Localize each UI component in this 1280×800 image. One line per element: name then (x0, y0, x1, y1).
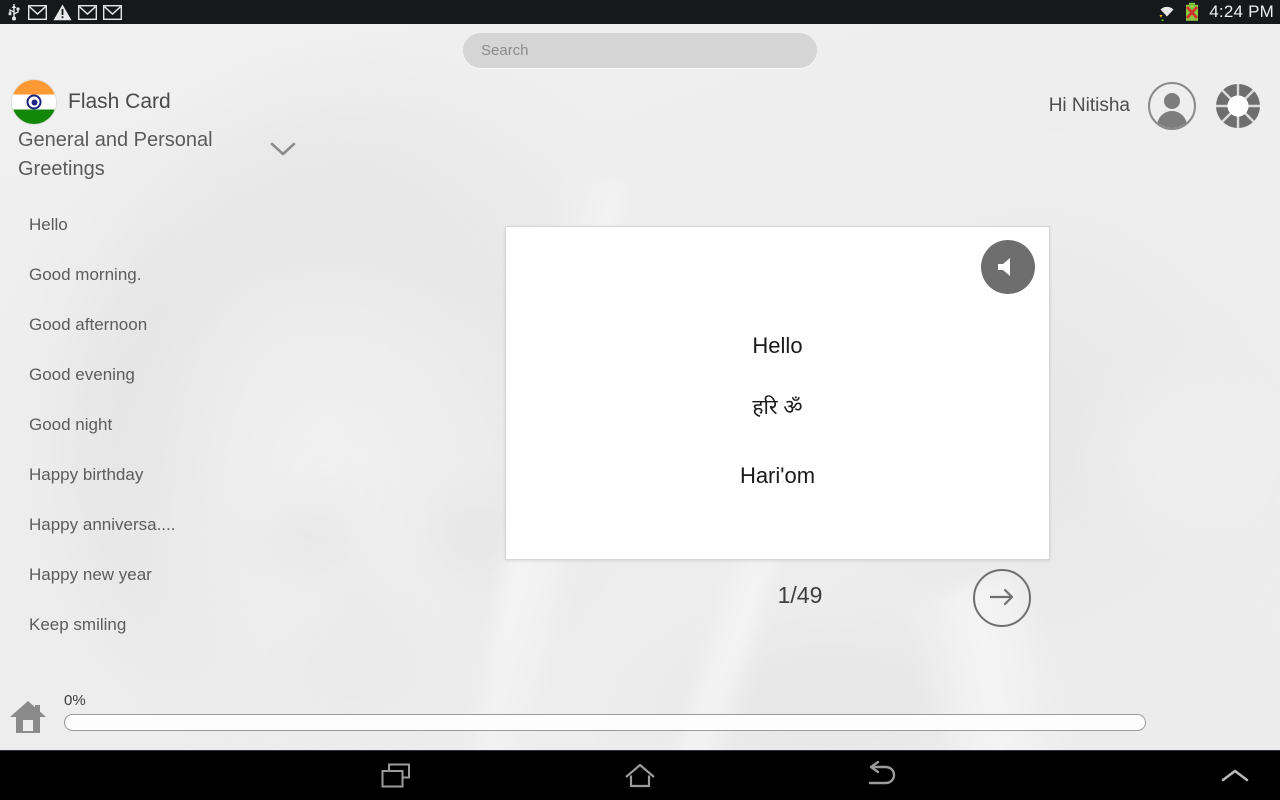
home-icon[interactable] (9, 699, 47, 735)
progress-bar[interactable] (64, 714, 1146, 731)
chevron-down-icon[interactable] (268, 140, 298, 163)
card-native-script: हरि ॐ (752, 396, 803, 419)
list-item-label: Keep smiling (29, 615, 127, 634)
list-item-label: Happy anniversa.... (29, 515, 176, 534)
wifi-icon (1156, 2, 1178, 22)
deck-name-label: General and Personal Greetings (18, 129, 213, 180)
list-item[interactable]: Happy new year (0, 550, 260, 600)
search-bar-container (0, 24, 1280, 76)
list-item[interactable]: Keep smiling (0, 600, 260, 650)
home-outline-icon[interactable] (592, 751, 688, 800)
list-item[interactable]: Happy birthday (0, 450, 260, 500)
india-flag-icon (12, 80, 56, 124)
list-item[interactable]: Good night (0, 400, 260, 450)
android-nav-bar (0, 750, 1280, 800)
warning-icon (53, 4, 72, 21)
list-item[interactable]: Good morning. (0, 250, 260, 300)
progress-footer: 0% (0, 690, 1280, 750)
mail-icon (78, 4, 97, 20)
mail-icon (103, 4, 122, 20)
search-input[interactable] (463, 32, 817, 68)
recents-icon[interactable] (350, 751, 446, 800)
next-card-button[interactable] (973, 569, 1031, 627)
list-item-label: Happy birthday (29, 465, 144, 484)
android-status-bar: 4:24 PM (0, 0, 1280, 24)
speaker-icon[interactable] (981, 240, 1035, 294)
progress-label: 0% (64, 692, 86, 709)
greeting-label: Hi Nitisha (1048, 95, 1130, 116)
settings-ring-icon[interactable] (1214, 82, 1262, 130)
battery-error-icon (1184, 2, 1200, 22)
usb-icon (6, 3, 22, 21)
list-item-label: Happy new year (29, 565, 152, 584)
status-clock: 4:24 PM (1209, 2, 1274, 21)
list-item-label: Hello (29, 215, 68, 234)
card-term: Hello (752, 333, 803, 358)
deck-selector[interactable]: General and Personal Greetings (18, 126, 308, 184)
user-avatar-icon[interactable] (1148, 82, 1196, 130)
app-header: Flash Card General and Personal Greeting… (0, 76, 1280, 181)
back-arrow-icon[interactable] (834, 751, 930, 800)
list-item-label: Good evening (29, 365, 135, 384)
list-item-label: Good morning. (29, 265, 142, 284)
user-area: Hi Nitisha (1049, 82, 1262, 130)
arrow-right-icon (986, 586, 1018, 611)
flash-card[interactable]: Hello हरि ॐ Hari'om (505, 226, 1050, 560)
app-title: Flash Card (68, 90, 171, 113)
phrase-list: Hello Good morning. Good afternoon Good … (0, 200, 260, 650)
brand-area: Flash Card (12, 80, 171, 124)
chevron-up-icon[interactable] (1200, 751, 1270, 800)
list-item[interactable]: Good evening (0, 350, 260, 400)
list-item[interactable]: Good afternoon (0, 300, 260, 350)
flash-card-content: Hello हरि ॐ Hari'om (506, 333, 1049, 489)
list-item-label: Good night (29, 415, 113, 434)
mail-icon (28, 4, 47, 20)
list-item-label: Good afternoon (29, 315, 148, 334)
list-item[interactable]: Happy anniversa.... (0, 500, 260, 550)
card-transliteration: Hari'om (739, 463, 816, 488)
list-item[interactable]: Hello (0, 200, 260, 250)
card-counter: 1/49 (777, 582, 823, 608)
app-screen: 4:24 PM Flash Card General and Personal … (0, 0, 1280, 800)
